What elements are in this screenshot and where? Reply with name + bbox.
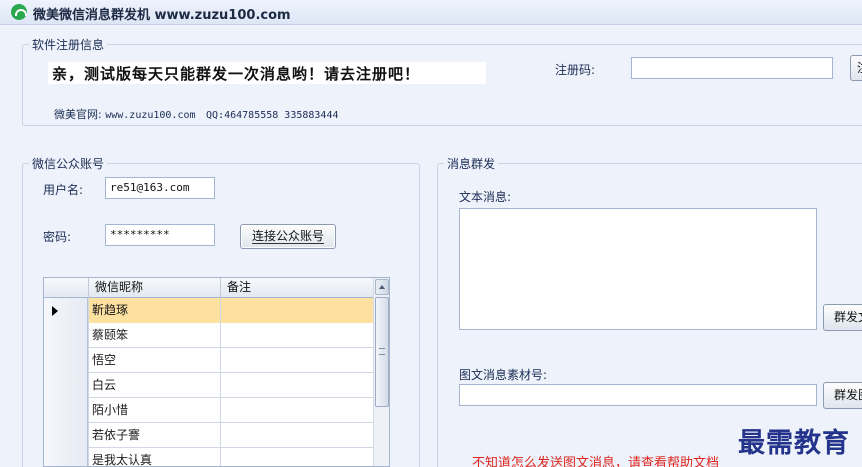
table-row[interactable]: 若依子謇 [44, 423, 374, 448]
wifi-app-icon [11, 4, 27, 20]
password-label: 密码: [43, 230, 72, 244]
cell-nickname[interactable]: 悟空 [88, 348, 220, 373]
scroll-thumb[interactable] [375, 297, 389, 407]
column-note[interactable]: 备注 [220, 278, 374, 298]
title-bar: 微美微信消息群发机 www.zuzu100.com [0, 0, 862, 25]
cell-note[interactable] [220, 448, 374, 466]
row-header[interactable] [44, 298, 88, 323]
cell-nickname[interactable]: 蔡颐笨 [88, 323, 220, 348]
messaging-group-title: 消息群发 [444, 155, 499, 172]
register-button[interactable]: 注册 [850, 55, 862, 81]
text-message-label: 文本消息: [459, 190, 512, 204]
row-header[interactable] [44, 448, 88, 466]
cell-note[interactable] [220, 398, 374, 423]
window-title: 微美微信消息群发机 www.zuzu100.com [33, 8, 291, 23]
password-input[interactable]: ********* [105, 224, 215, 246]
table-row[interactable]: 悟空 [44, 348, 374, 373]
row-header[interactable] [44, 423, 88, 448]
qq-label: QQ: [206, 110, 225, 121]
column-nickname[interactable]: 微信昵称 [88, 278, 220, 298]
cell-nickname[interactable]: 是我太认真 [88, 448, 220, 466]
table-row[interactable]: 蔡颐笨 [44, 323, 374, 348]
watermark-text: 最需教育 [738, 428, 850, 459]
cell-note[interactable] [220, 373, 374, 398]
row-header[interactable] [44, 348, 88, 373]
cell-nickname[interactable]: 陌小惜 [88, 398, 220, 423]
row-header-corner [44, 278, 88, 298]
scroll-up-arrow-icon[interactable] [375, 279, 389, 295]
text-message-input[interactable] [459, 208, 817, 330]
reg-code-label: 注册码: [555, 63, 596, 77]
table-row[interactable]: 靳趋琢 [44, 298, 374, 323]
table-scrollbar[interactable] [373, 278, 389, 466]
help-link[interactable]: 不知道怎么发送图文消息，请查看帮助文档 [472, 452, 719, 467]
cell-nickname[interactable]: 若依子謇 [88, 423, 220, 448]
cell-note[interactable] [220, 348, 374, 373]
site-label: 微美官网: [54, 108, 102, 121]
follower-table[interactable]: 微信昵称 备注 靳趋琢 蔡颐笨 悟空 白云 陌小惜 若依子謇 是我太认真 [43, 277, 390, 467]
cell-note[interactable] [220, 423, 374, 448]
table-header: 微信昵称 备注 [44, 278, 374, 298]
send-text-button[interactable]: 群发文本 [823, 304, 862, 331]
media-id-label: 图文消息素材号: [459, 368, 548, 382]
reg-code-input[interactable] [631, 57, 833, 79]
row-header[interactable] [44, 398, 88, 423]
qq-numbers: 464785558 335883444 [224, 110, 339, 121]
table-row[interactable]: 是我太认真 [44, 448, 374, 466]
site-url: www.zuzu100.com [105, 110, 196, 121]
current-row-arrow-icon [52, 306, 58, 316]
send-media-button[interactable]: 群发图文 [823, 382, 862, 409]
registration-group-title: 软件注册信息 [29, 36, 108, 53]
cell-note[interactable] [220, 323, 374, 348]
table-row[interactable]: 陌小惜 [44, 398, 374, 423]
site-info: 微美官网: www.zuzu100.com QQ:464785558 33588… [54, 106, 338, 122]
cell-nickname[interactable]: 白云 [88, 373, 220, 398]
username-label: 用户名: [43, 183, 84, 197]
table-row[interactable]: 白云 [44, 373, 374, 398]
row-header[interactable] [44, 323, 88, 348]
cell-note[interactable] [220, 298, 374, 323]
media-id-input[interactable] [459, 384, 817, 406]
connect-account-label: 连接公众账号 [251, 229, 324, 244]
account-group-title: 微信公众账号 [29, 155, 108, 172]
cell-nickname[interactable]: 靳趋琢 [88, 298, 220, 323]
row-header[interactable] [44, 373, 88, 398]
username-input[interactable]: re51@163.com [105, 177, 215, 199]
trial-notice: 亲，测试版每天只能群发一次消息哟！请去注册吧！ [48, 62, 486, 84]
connect-account-button[interactable]: 连接公众账号 [240, 224, 336, 249]
